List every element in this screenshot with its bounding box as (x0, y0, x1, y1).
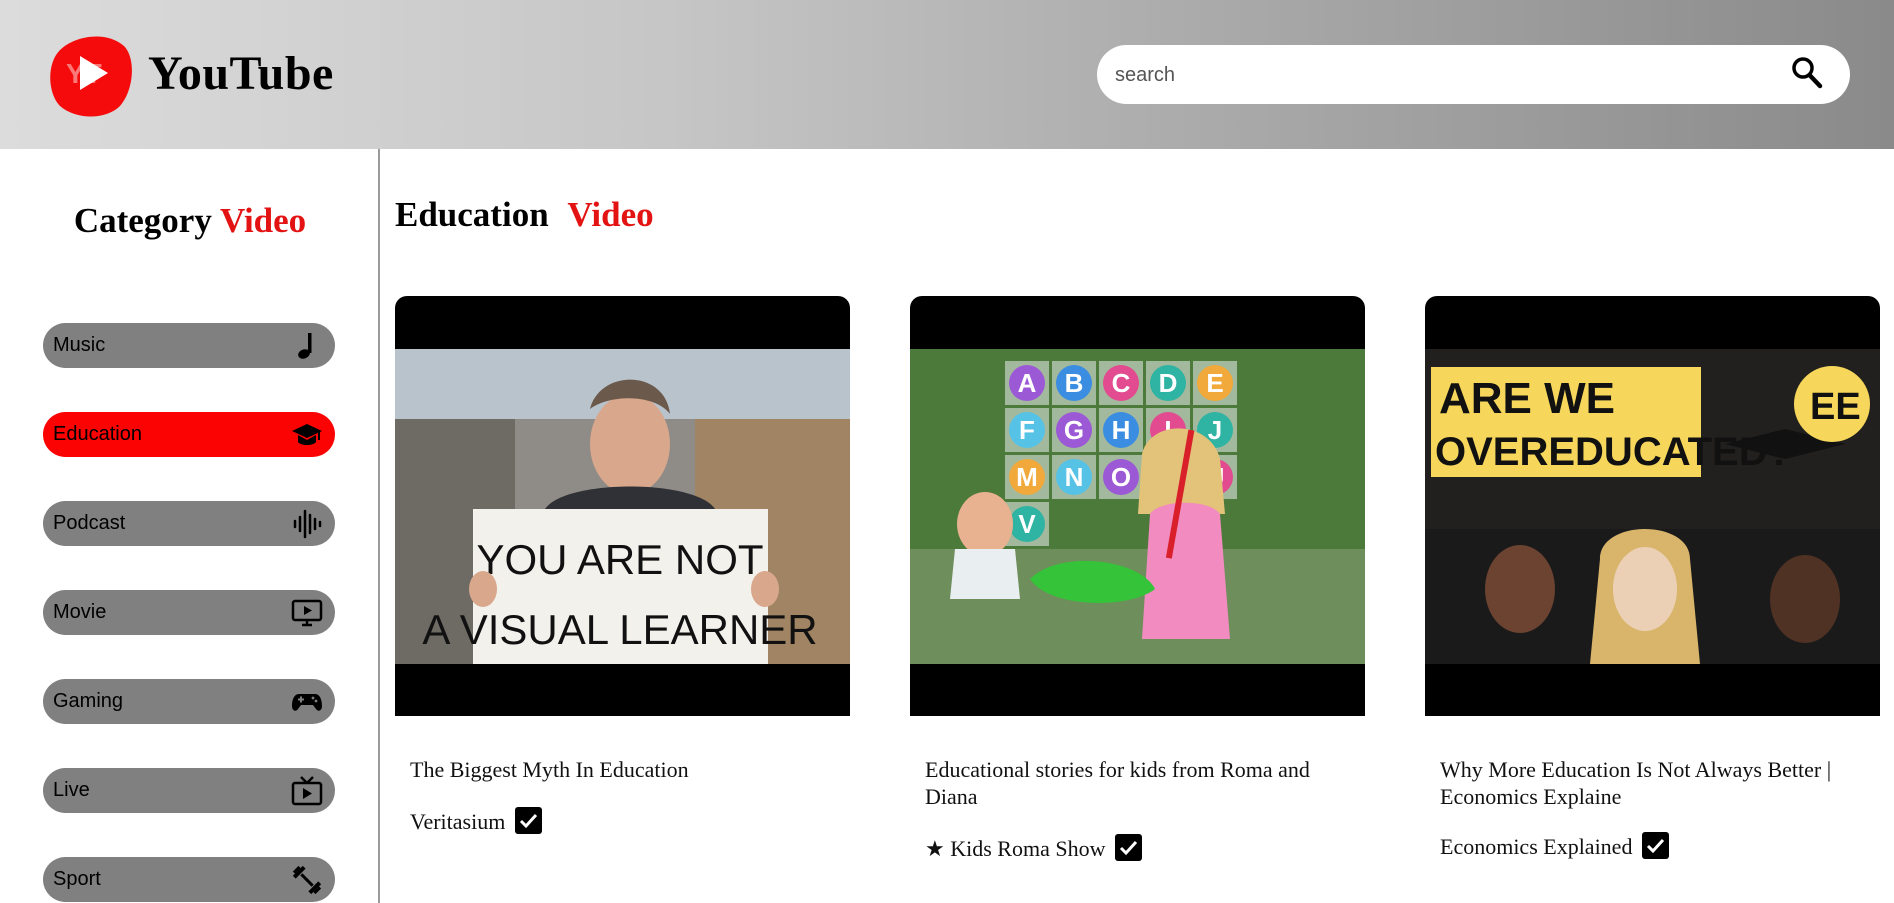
audio-wave-icon (293, 509, 322, 539)
category-sport[interactable]: Sport (43, 857, 335, 902)
thumbnail-image: ABCDEFGHIJMNOTUV (910, 349, 1365, 664)
live-tv-icon (291, 776, 323, 806)
video-thumbnail[interactable]: ABCDEFGHIJMNOTUV (910, 296, 1365, 716)
category-podcast[interactable]: Podcast (43, 501, 335, 546)
header: YT YouTube (0, 0, 1894, 149)
gamepad-icon (292, 694, 322, 711)
letter-label: D (1159, 368, 1178, 398)
category-label: Education (53, 423, 142, 445)
channel-label: ★ Kids Roma Show (925, 836, 1106, 861)
thumbnail-text-line1: YOU ARE NOT (476, 536, 763, 583)
youtube-logo-icon[interactable]: YT (46, 28, 132, 118)
verified-check-icon (1115, 834, 1143, 862)
category-label: Gaming (53, 690, 124, 712)
verified-check-icon (1642, 832, 1670, 860)
graduation-cap-icon (292, 424, 322, 445)
search-bar (1097, 45, 1850, 104)
video-title[interactable]: The Biggest Myth In Education (410, 756, 850, 783)
category-sidebar: Category Video Music Education Podcast M… (0, 149, 380, 903)
thumbnail-logo-text: EE (1810, 386, 1861, 428)
category-label: Sport (53, 868, 101, 890)
channel-name[interactable]: Veritasium (410, 807, 543, 837)
video-card: YOU ARE NOT A VISUAL LEARNER The Biggest… (395, 296, 850, 835)
letter-label: O (1111, 462, 1131, 492)
video-card: ARE WE OVEREDUCATED? EE Why More Educati… (1425, 296, 1880, 860)
thumbnail-image: ARE WE OVEREDUCATED? EE (1425, 349, 1880, 664)
video-card: ABCDEFGHIJMNOTUV Educational stories for… (910, 296, 1365, 862)
letter-label: F (1019, 415, 1035, 445)
letter-label: J (1208, 415, 1222, 445)
category-label: Movie (53, 601, 107, 623)
video-thumbnail[interactable]: ARE WE OVEREDUCATED? EE (1425, 296, 1880, 716)
brand-name[interactable]: YouTube (148, 46, 334, 101)
letter-label: V (1018, 509, 1036, 539)
music-note-icon (298, 333, 312, 359)
video-thumbnail[interactable]: YOU ARE NOT A VISUAL LEARNER (395, 296, 850, 716)
thumbnail-image: YOU ARE NOT A VISUAL LEARNER (395, 349, 850, 664)
sidebar-title-main: Category (73, 201, 212, 240)
verified-check-icon (515, 807, 543, 835)
video-player-icon (291, 599, 323, 627)
letter-label: H (1112, 415, 1131, 445)
category-label: Music (53, 334, 106, 356)
search-input[interactable] (1115, 57, 1755, 93)
category-label: Live (53, 779, 90, 801)
thumbnail-text-line2: OVEREDUCATED? (1435, 430, 1792, 474)
letter-label: E (1206, 368, 1223, 398)
letter-label: N (1065, 462, 1084, 492)
page-title: Education Video (395, 195, 654, 235)
letter-label: G (1064, 415, 1084, 445)
category-label: Podcast (53, 512, 126, 534)
dumbbell-icon (292, 865, 322, 895)
sidebar-title-accent: Video (219, 201, 307, 240)
video-title[interactable]: Why More Education Is Not Always Better … (1440, 756, 1880, 810)
category-education[interactable]: Education (43, 412, 335, 457)
sidebar-title: Category Video (0, 201, 380, 241)
channel-label: Veritasium (410, 809, 506, 834)
category-music[interactable]: Music (43, 323, 335, 368)
channel-label: Economics Explained (1440, 834, 1633, 859)
letter-label: M (1016, 462, 1038, 492)
channel-name[interactable]: Economics Explained (1440, 832, 1670, 862)
category-gaming[interactable]: Gaming (43, 679, 335, 724)
video-title[interactable]: Educational stories for kids from Roma a… (925, 756, 1365, 810)
letter-label: C (1112, 368, 1131, 398)
category-movie[interactable]: Movie (43, 590, 335, 635)
letter-label: A (1018, 368, 1037, 398)
channel-name[interactable]: ★ Kids Roma Show (925, 834, 1143, 864)
letter-label: B (1065, 368, 1084, 398)
page-title-main: Education (395, 195, 549, 234)
thumbnail-text-line2: A VISUAL LEARNER (422, 606, 817, 653)
page-title-accent: Video (567, 195, 654, 234)
thumbnail-text-line1: ARE WE (1439, 374, 1615, 423)
search-icon[interactable] (1791, 56, 1823, 90)
category-live[interactable]: Live (43, 768, 335, 813)
